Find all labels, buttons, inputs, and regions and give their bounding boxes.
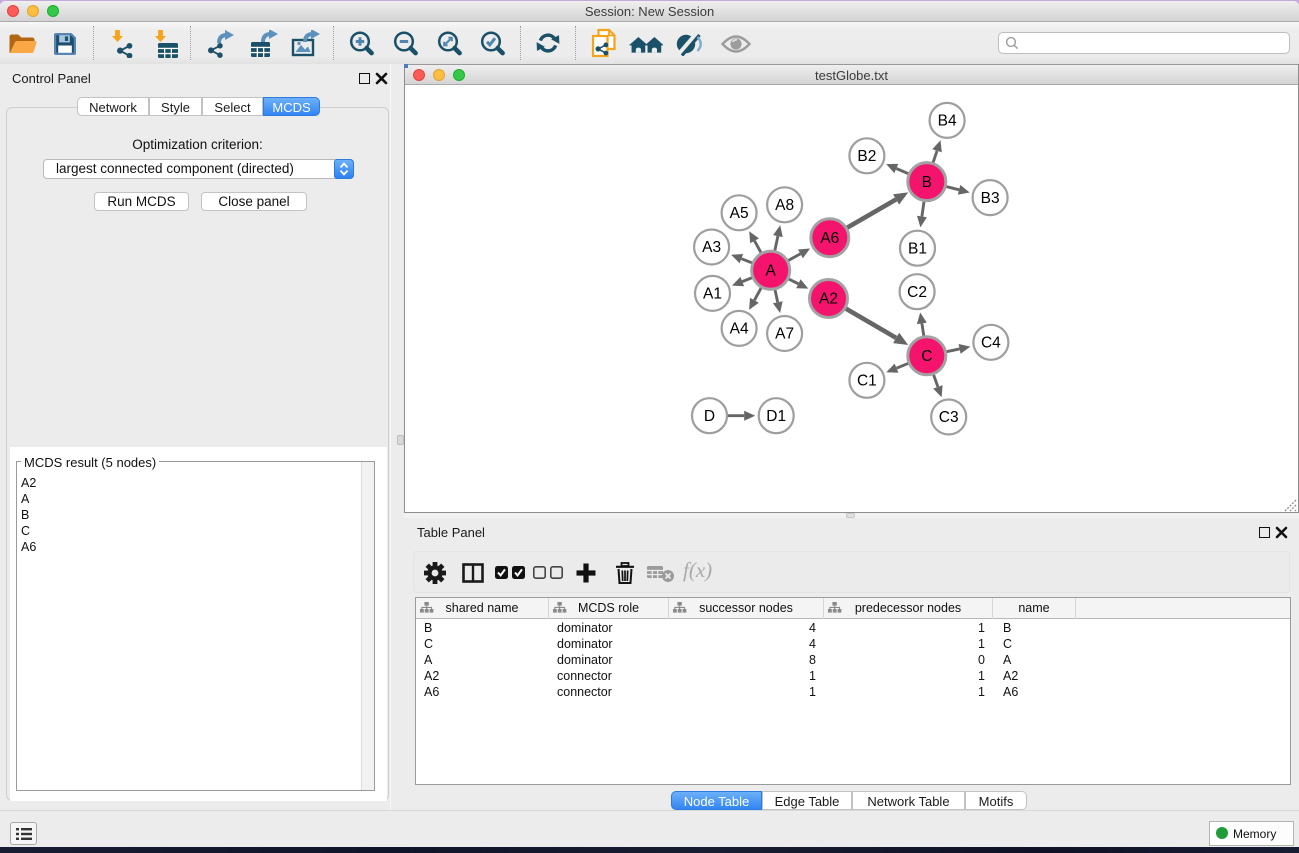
svg-text:A1: A1: [703, 286, 722, 303]
svg-text:A4: A4: [730, 321, 749, 338]
svg-text:C3: C3: [939, 409, 959, 426]
svg-text:A5: A5: [730, 205, 749, 222]
svg-text:B4: B4: [938, 113, 957, 130]
svg-text:A8: A8: [775, 197, 794, 214]
svg-text:B2: B2: [857, 148, 876, 165]
svg-text:A7: A7: [775, 326, 794, 343]
svg-text:A2: A2: [819, 291, 838, 308]
svg-text:C: C: [921, 348, 932, 365]
svg-text:C4: C4: [981, 335, 1001, 352]
svg-text:A6: A6: [820, 230, 839, 247]
svg-text:D1: D1: [766, 408, 786, 425]
svg-text:B1: B1: [908, 240, 927, 257]
svg-text:B: B: [922, 174, 932, 191]
svg-text:C1: C1: [857, 373, 877, 390]
svg-text:A: A: [766, 262, 777, 279]
svg-text:C2: C2: [907, 284, 927, 301]
svg-text:B3: B3: [981, 190, 1000, 207]
svg-text:A3: A3: [702, 239, 721, 256]
svg-text:D: D: [704, 408, 715, 425]
